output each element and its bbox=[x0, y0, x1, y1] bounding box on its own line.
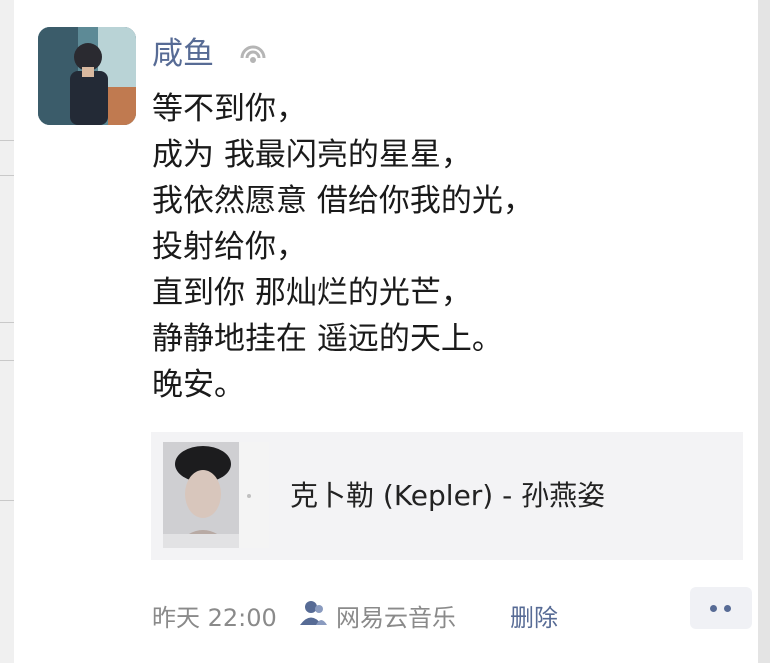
post-line: 投射给你， bbox=[152, 229, 307, 265]
post-line: 晚安。 bbox=[152, 367, 245, 403]
post-source[interactable]: 网易云音乐 bbox=[336, 598, 456, 633]
delete-link[interactable]: 删除 bbox=[510, 598, 558, 633]
post-time: 昨天 22:00 bbox=[152, 604, 277, 632]
more-button[interactable] bbox=[690, 587, 752, 629]
post-footer: 昨天 22:00 网易云音乐 删除 bbox=[152, 587, 752, 634]
post-line: 成为 我最闪亮的星星， bbox=[152, 137, 472, 173]
avatar[interactable] bbox=[38, 27, 136, 125]
more-dots-icon bbox=[710, 605, 717, 612]
avatar-image bbox=[38, 27, 136, 125]
album-cover-image bbox=[163, 442, 269, 548]
post-line: 我依然愿意 借给你我的光， bbox=[152, 183, 534, 219]
signal-waves-icon bbox=[240, 45, 266, 63]
people-icon bbox=[300, 601, 327, 625]
post-text: 等不到你， 成为 我最闪亮的星星， 我依然愿意 借给你我的光， 投射给你， 直到… bbox=[152, 86, 742, 408]
post-line: 直到你 那灿烂的光芒， bbox=[152, 275, 472, 311]
more-dots-icon bbox=[724, 605, 731, 612]
post-line: 等不到你， bbox=[152, 91, 307, 127]
post-line: 静静地挂在 遥远的天上。 bbox=[152, 321, 503, 357]
music-share-card[interactable]: 克卜勒 (Kepler) - 孙燕姿 bbox=[151, 432, 743, 560]
moment-card: 咸鱼 等不到你， 成为 我最闪亮的星星， 我依然愿意 借给你我的光， 投射给你，… bbox=[14, 0, 758, 663]
background-window-edge-right bbox=[758, 0, 770, 663]
author-name[interactable]: 咸鱼 bbox=[152, 34, 214, 74]
share-title: 克卜勒 (Kepler) - 孙燕姿 bbox=[290, 479, 606, 512]
